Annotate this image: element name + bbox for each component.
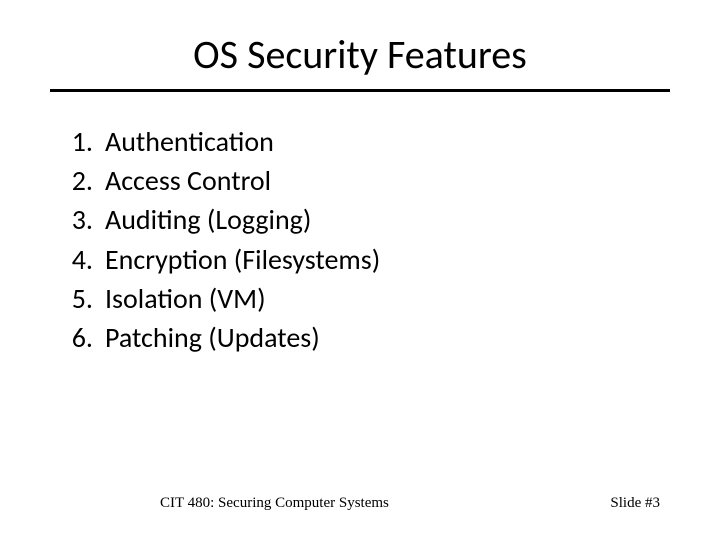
- list-item: 4. Encryption (Filesystems): [60, 240, 670, 279]
- list-text: Access Control: [105, 161, 670, 200]
- slide-number: Slide #3: [610, 495, 660, 512]
- feature-list: 1. Authentication 2. Access Control 3. A…: [60, 122, 670, 357]
- list-text: Patching (Updates): [105, 318, 670, 357]
- list-number: 4.: [60, 240, 105, 279]
- list-number: 2.: [60, 161, 105, 200]
- slide-title: OS Security Features: [50, 30, 670, 92]
- list-number: 6.: [60, 318, 105, 357]
- list-item: 2. Access Control: [60, 161, 670, 200]
- list-text: Authentication: [105, 122, 670, 161]
- list-number: 1.: [60, 122, 105, 161]
- slide-footer: CIT 480: Securing Computer Systems Slide…: [50, 495, 670, 520]
- list-text: Auditing (Logging): [105, 200, 670, 239]
- course-label: CIT 480: Securing Computer Systems: [160, 495, 389, 512]
- slide-container: OS Security Features 1. Authentication 2…: [0, 0, 720, 540]
- list-number: 3.: [60, 200, 105, 239]
- list-item: 1. Authentication: [60, 122, 670, 161]
- list-item: 5. Isolation (VM): [60, 279, 670, 318]
- content-area: 1. Authentication 2. Access Control 3. A…: [50, 122, 670, 495]
- list-item: 6. Patching (Updates): [60, 318, 670, 357]
- list-text: Isolation (VM): [105, 279, 670, 318]
- list-text: Encryption (Filesystems): [105, 240, 670, 279]
- list-number: 5.: [60, 279, 105, 318]
- list-item: 3. Auditing (Logging): [60, 200, 670, 239]
